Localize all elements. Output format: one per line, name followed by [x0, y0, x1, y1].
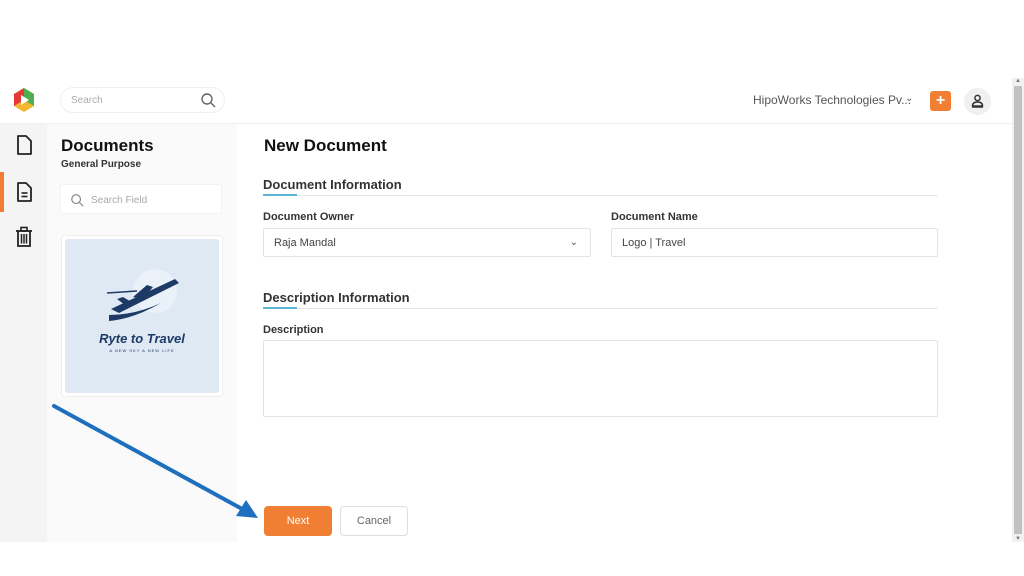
app-logo-icon[interactable]: [11, 87, 37, 113]
search-icon[interactable]: [200, 92, 216, 108]
section-description-information: Description Information: [263, 289, 938, 309]
document-owner-value: Raja Mandal: [274, 237, 336, 249]
document-thumbnail[interactable]: Ryte to Travel A NEW SKY A NEW LIFE: [61, 235, 223, 397]
document-owner-select[interactable]: Raja Mandal ⌄: [263, 228, 591, 257]
logo-brand-text: Ryte to Travel: [99, 331, 185, 346]
document-icon[interactable]: [14, 181, 34, 203]
app-window: Search HipoWorks Technologies Pv... ⌄ +: [0, 78, 1024, 542]
document-name-label: Document Name: [611, 211, 698, 223]
trash-icon[interactable]: [14, 226, 34, 248]
section-document-information: Document Information: [263, 176, 938, 196]
top-bar: Search HipoWorks Technologies Pv... ⌄ +: [0, 78, 1012, 124]
airplane-icon: [106, 269, 179, 321]
section-title: Document Information: [263, 177, 402, 192]
scroll-down-arrow-icon[interactable]: ▼: [1015, 536, 1021, 542]
section-accent: [263, 194, 297, 196]
section-accent: [263, 307, 297, 309]
panel-subtitle: General Purpose: [61, 159, 142, 170]
page-title: New Document: [264, 136, 387, 155]
next-button[interactable]: Next: [264, 506, 332, 536]
logo-preview: Ryte to Travel A NEW SKY A NEW LIFE: [65, 239, 219, 393]
description-label: Description: [263, 324, 324, 336]
logo-tagline: A NEW SKY A NEW LIFE: [109, 348, 175, 353]
cancel-button[interactable]: Cancel: [340, 506, 408, 536]
user-icon: [971, 94, 984, 108]
section-title: Description Information: [263, 290, 410, 305]
vertical-scrollbar[interactable]: ▲ ▼: [1012, 78, 1024, 542]
organization-selector[interactable]: HipoWorks Technologies Pv...: [753, 93, 911, 107]
search-placeholder: Search: [71, 95, 103, 106]
user-avatar[interactable]: [964, 88, 991, 115]
add-button[interactable]: +: [930, 91, 951, 111]
global-search[interactable]: Search: [60, 87, 225, 113]
file-icon[interactable]: [14, 134, 34, 156]
new-document-form: New Document Document Information Docume…: [237, 124, 1012, 542]
document-owner-label: Document Owner: [263, 211, 355, 223]
chevron-down-icon[interactable]: ⌄: [905, 93, 913, 104]
documents-panel: Documents General Purpose Search Field R…: [47, 124, 237, 542]
scroll-up-arrow-icon[interactable]: ▲: [1015, 78, 1021, 84]
document-name-input[interactable]: Logo | Travel: [611, 228, 938, 257]
active-indicator: [0, 172, 4, 212]
panel-title: Documents: [61, 136, 154, 155]
scrollbar-thumb[interactable]: [1014, 86, 1022, 534]
description-textarea[interactable]: [263, 340, 938, 417]
document-name-value: Logo | Travel: [622, 237, 686, 249]
chevron-down-icon: ⌄: [569, 237, 578, 248]
field-search-input[interactable]: Search Field: [60, 184, 222, 214]
icon-rail: [0, 124, 47, 542]
search-icon: [71, 194, 84, 207]
field-search-placeholder: Search Field: [91, 195, 148, 206]
